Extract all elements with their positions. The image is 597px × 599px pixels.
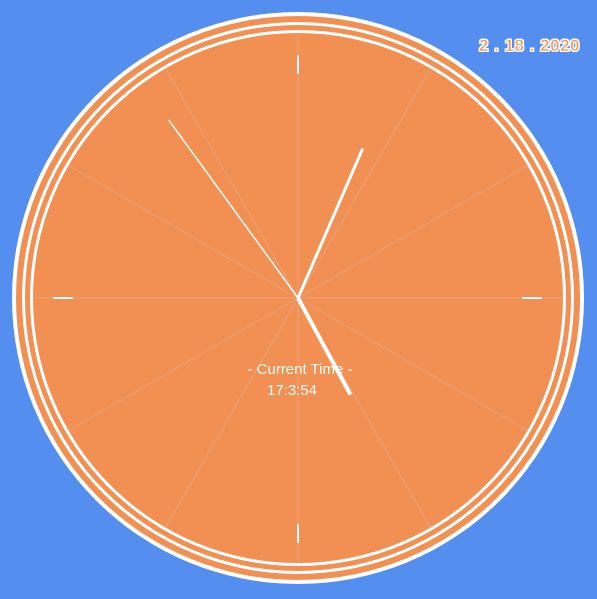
analog-clock: - Current Time - 17:3:54 xyxy=(12,12,584,584)
time-readout: 17:3:54 xyxy=(267,382,317,399)
date-label: 2 . 18 . 2020 xyxy=(478,36,580,56)
clock-app: - Current Time - 17:3:54 2 . 18 . 2020 xyxy=(0,0,597,599)
